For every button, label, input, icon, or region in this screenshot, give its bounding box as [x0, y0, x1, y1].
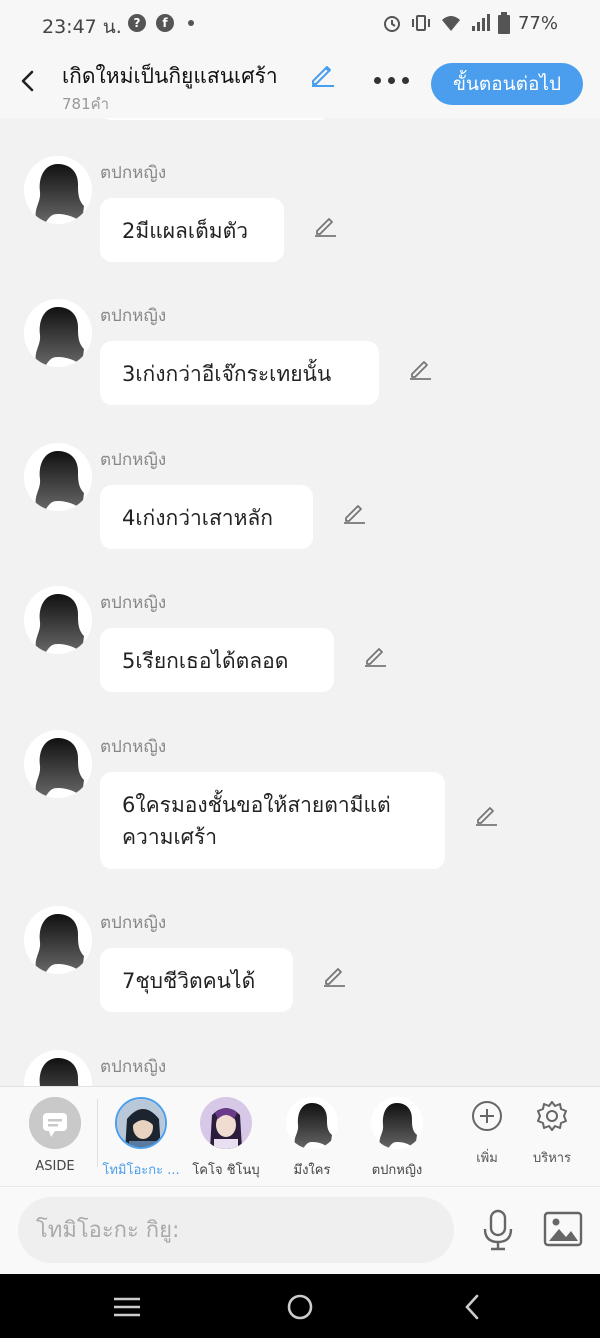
character-avatar[interactable] — [24, 730, 92, 798]
silhouette-avatar-icon — [24, 586, 92, 654]
character-topok-ying[interactable]: ตปกหญิง — [357, 1097, 437, 1180]
microphone-icon[interactable] — [480, 1209, 516, 1251]
messenger-icon: ? — [128, 14, 146, 32]
edit-message-pencil-icon[interactable] — [362, 642, 388, 668]
system-icons: 77% — [382, 12, 558, 34]
message-bubble[interactable]: 6ใครมองชั้นขอให้สายตามีแต่ ความเศร้า — [100, 772, 445, 869]
character-name: ASIDE — [35, 1159, 75, 1174]
edit-message-pencil-icon[interactable] — [473, 801, 499, 827]
facebook-icon: f — [156, 14, 174, 32]
character-aside[interactable]: ASIDE — [15, 1097, 95, 1174]
notification-icons: ? f — [128, 14, 194, 32]
manage-label: บริหาร — [532, 1151, 572, 1166]
gear-icon — [537, 1101, 567, 1131]
character-name: มึงใคร — [293, 1163, 331, 1178]
sender-name: ตปกหญิง — [100, 593, 167, 613]
silhouette-avatar-icon — [24, 443, 92, 511]
battery-icon — [497, 12, 510, 34]
kocho-avatar — [200, 1097, 252, 1149]
divider — [97, 1099, 98, 1167]
narration-bubble-icon — [29, 1097, 81, 1149]
character-selector-bar: ASIDE โทมิโอะกะ ... โคโจ ชิโนบุ มึงใคร ต… — [0, 1086, 600, 1186]
sender-name: ตปกหญิง — [100, 306, 167, 326]
message-bubble[interactable]: 2มีแผลเต็มตัว — [100, 198, 284, 262]
wifi-icon — [441, 16, 460, 31]
topok-ying-avatar — [371, 1097, 423, 1149]
edit-message-pencil-icon[interactable] — [341, 499, 367, 525]
signal-icon — [471, 14, 490, 31]
sender-name: ตปกหญิง — [100, 163, 167, 183]
more-dot-icon — [388, 76, 395, 84]
character-tomioka[interactable]: โทมิโอะกะ ... — [101, 1097, 181, 1180]
sender-name: ตปกหญิง — [100, 737, 167, 757]
system-navigation-bar — [0, 1274, 600, 1338]
home-icon[interactable] — [285, 1292, 315, 1322]
character-kocho[interactable]: โคโจ ชิโนบุ — [186, 1097, 266, 1180]
mung-krai-avatar — [286, 1097, 338, 1149]
chat-area[interactable]: ตปกหญิง 2มีแผลเต็มตัว ตปกหญิง 3เก่งกว่าอ… — [0, 118, 600, 1086]
silhouette-avatar-icon — [24, 299, 92, 367]
character-name: โทมิโอะกะ ... — [102, 1163, 180, 1178]
more-options-button[interactable] — [374, 70, 414, 90]
character-avatar[interactable] — [24, 586, 92, 654]
next-step-button[interactable]: ขั้นตอนต่อไป — [431, 63, 583, 105]
more-dot-icon — [374, 76, 381, 84]
sender-name: ตปกหญิง — [100, 1057, 167, 1077]
back-nav-icon[interactable] — [458, 1292, 488, 1322]
alarm-icon — [383, 16, 400, 32]
message-bubble[interactable]: 5เรียกเธอได้ตลอด — [100, 628, 334, 692]
more-notifications-icon — [188, 20, 194, 26]
character-avatar[interactable] — [24, 1050, 92, 1086]
vibrate-icon — [411, 15, 430, 31]
message-bubble[interactable]: 3เก่งกว่าอีเจ๊กระเทยนั้น — [100, 341, 379, 405]
edit-message-pencil-icon[interactable] — [321, 962, 347, 988]
sender-name: ตปกหญิง — [100, 450, 167, 470]
battery-percent: 77% — [517, 12, 558, 34]
add-character-button[interactable]: เพิ่ม — [457, 1099, 517, 1168]
plus-circle-icon — [472, 1101, 502, 1131]
character-avatar[interactable] — [24, 906, 92, 974]
add-label: เพิ่ม — [476, 1151, 498, 1166]
silhouette-avatar-icon — [371, 1097, 423, 1149]
manage-characters-button[interactable]: บริหาร — [522, 1099, 582, 1168]
silhouette-avatar-icon — [24, 906, 92, 974]
sender-name: ตปกหญิง — [100, 913, 167, 933]
story-header: เกิดใหม่เป็นกิยูแสนเศร้า 781คำ ขั้นตอนต่… — [0, 48, 600, 118]
back-arrow-icon[interactable] — [14, 66, 44, 96]
anime-character-avatar-icon — [200, 1097, 252, 1149]
character-avatar[interactable] — [24, 443, 92, 511]
more-dot-icon — [402, 76, 409, 84]
message-input-bar — [0, 1186, 600, 1274]
anime-character-avatar-icon — [117, 1099, 165, 1147]
silhouette-avatar-icon — [24, 730, 92, 798]
character-name: ตปกหญิง — [371, 1163, 423, 1178]
character-avatar[interactable] — [24, 299, 92, 367]
tomioka-avatar — [115, 1097, 167, 1149]
character-name: โคโจ ชิโนบุ — [192, 1163, 260, 1178]
aside-avatar — [29, 1097, 81, 1149]
previous-message-bubble[interactable] — [100, 118, 330, 120]
message-bubble[interactable]: 7ชุบชีวิตคนได้ — [100, 948, 293, 1012]
character-mung-krai[interactable]: มึงใคร — [272, 1097, 352, 1180]
recent-apps-icon[interactable] — [112, 1292, 142, 1322]
silhouette-avatar-icon — [24, 1050, 92, 1086]
message-input[interactable] — [18, 1197, 454, 1263]
silhouette-avatar-icon — [286, 1097, 338, 1149]
edit-title-pencil-icon[interactable] — [308, 60, 336, 88]
message-bubble[interactable]: 4เก่งกว่าเสาหลัก — [100, 485, 313, 549]
status-time: 23:47 น. — [42, 16, 122, 38]
character-avatar[interactable] — [24, 156, 92, 224]
image-icon[interactable] — [543, 1211, 583, 1247]
word-count: 781คำ — [62, 95, 110, 113]
edit-message-pencil-icon[interactable] — [407, 355, 433, 381]
story-title: เกิดใหม่เป็นกิยูแสนเศร้า — [62, 64, 278, 88]
edit-message-pencil-icon[interactable] — [312, 212, 338, 238]
status-bar: 23:47 น. ? f 77% — [0, 0, 600, 48]
silhouette-avatar-icon — [24, 156, 92, 224]
